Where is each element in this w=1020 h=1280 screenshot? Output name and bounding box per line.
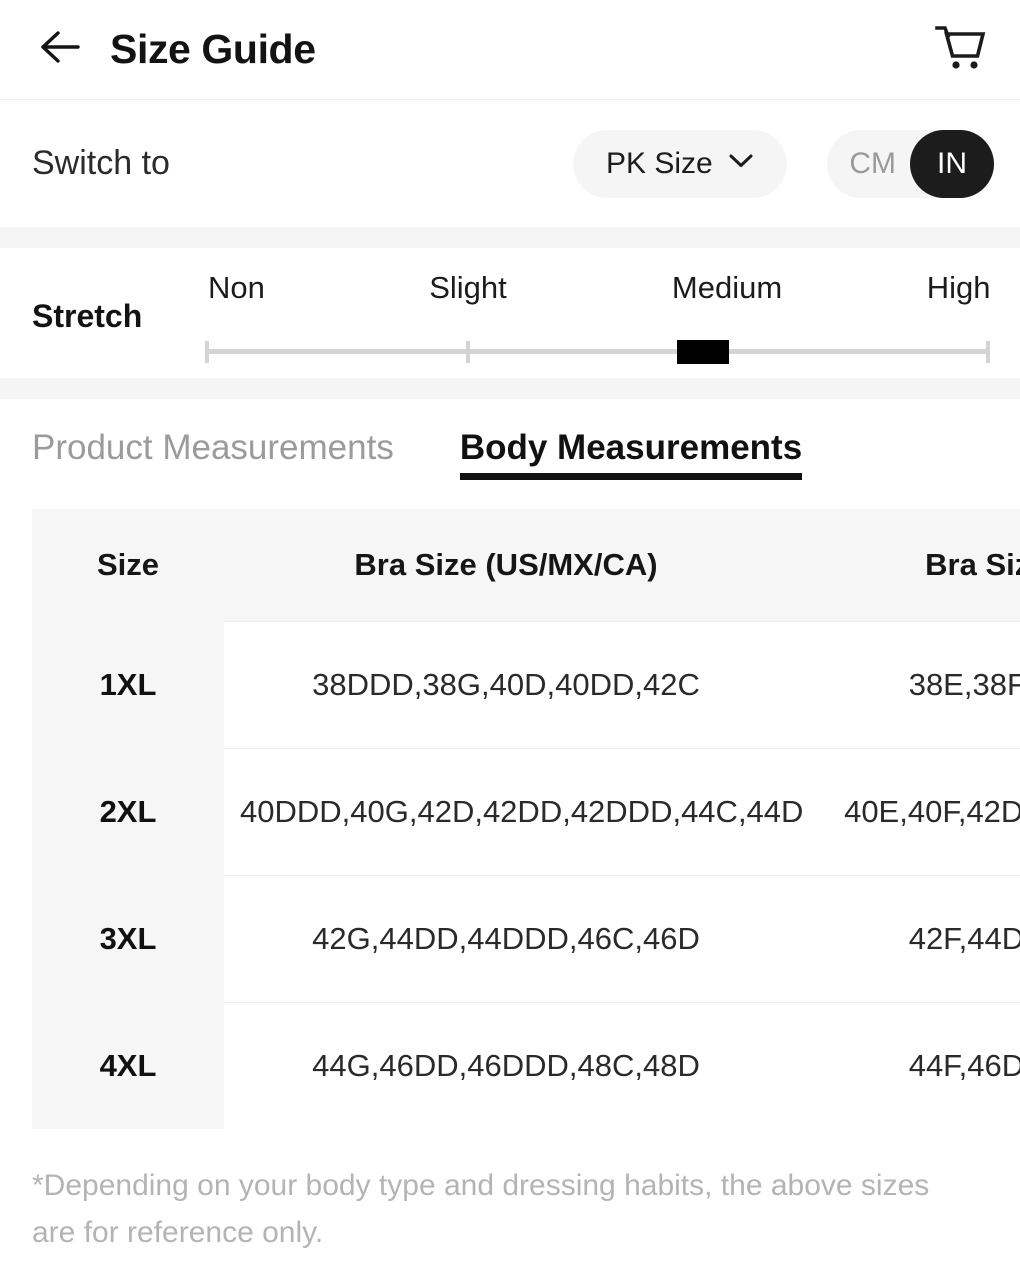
stretch-slider-thumb[interactable] <box>677 340 730 364</box>
stretch-level-slight: Slight <box>429 270 507 305</box>
unit-option-cm[interactable]: CM <box>849 147 910 181</box>
table-header-size: Size <box>32 509 224 621</box>
cell-size: 1XL <box>32 621 224 748</box>
stretch-level-labels: Non Slight Medium High <box>205 270 991 318</box>
cart-button[interactable] <box>930 20 990 80</box>
chevron-down-icon <box>727 152 755 175</box>
shopping-cart-icon <box>932 21 988 78</box>
size-system-value: PK Size <box>605 146 713 180</box>
size-table: Size Bra Size (US/MX/CA) Bra Size (UK/AU… <box>32 509 1020 1129</box>
table-header-bra-us: Bra Size (US/MX/CA) <box>224 509 788 621</box>
size-system-dropdown[interactable]: PK Size <box>573 129 788 198</box>
table-header-row: Size Bra Size (US/MX/CA) Bra Size (UK/AU… <box>32 509 1020 621</box>
back-button[interactable] <box>32 22 88 78</box>
table-row: 1XL 38DDD,38G,40D,40DD,42C 38E,38F,40D,4… <box>32 620 1020 748</box>
stretch-slider[interactable] <box>205 338 990 364</box>
section-divider-band-2 <box>0 378 1020 399</box>
table-row: 4XL 44G,46DD,46DDD,48C,48D 44F,46DD,46E,… <box>32 1001 1020 1129</box>
arrow-left-icon <box>36 27 84 72</box>
tab-body-measurements[interactable]: Body Measurements <box>459 428 803 480</box>
size-guide-screen: Size Guide Switch to PK Size CM IN Stret… <box>0 0 1020 1280</box>
cell-size: 2XL <box>32 748 224 875</box>
table-row: 3XL 42G,44DD,44DDD,46C,46D 42F,44DD,44E,… <box>32 874 1020 1002</box>
tab-product-measurements[interactable]: Product Measurements <box>32 428 394 480</box>
stretch-section: Stretch Non Slight Medium High <box>0 248 1020 378</box>
section-divider-band-1 <box>0 227 1020 248</box>
stretch-track <box>205 349 990 354</box>
switch-to-row: Switch to PK Size CM IN <box>0 100 1020 227</box>
cell-bra-us: 42G,44DD,44DDD,46C,46D <box>224 874 788 1002</box>
measurement-tabs: Product Measurements Body Measurements <box>0 399 1020 509</box>
size-table-scroll[interactable]: Size Bra Size (US/MX/CA) Bra Size (UK/AU… <box>32 509 1020 1129</box>
cell-bra-us: 38DDD,38G,40D,40DD,42C <box>224 620 788 748</box>
page-title: Size Guide <box>110 26 316 72</box>
cell-bra-us: 40DDD,40G,42D,42DD,42DDD,44C,44D <box>224 747 803 875</box>
cell-bra-uk: 42F,44DD,44E,46C,46D <box>788 874 1020 1002</box>
stretch-tick-mid <box>465 341 470 363</box>
stretch-label: Stretch <box>32 298 143 334</box>
cell-size: 3XL <box>32 875 224 1002</box>
cell-bra-uk: 38E,38F,40D,40DD,42C <box>788 620 1020 748</box>
cell-bra-uk: 44F,46DD,46E,48C,48D <box>788 1001 1020 1129</box>
table-header-bra-uk: Bra Size (UK/AU/NZ) <box>788 509 1020 621</box>
stretch-level-high: High <box>926 270 991 305</box>
stretch-level-medium: Medium <box>671 270 783 305</box>
switch-to-label: Switch to <box>32 144 170 182</box>
table-row: 2XL 40DDD,40G,42D,42DD,42DDD,44C,44D 40E… <box>32 747 1020 875</box>
cell-size: 4XL <box>32 1002 224 1129</box>
unit-option-in[interactable]: IN <box>910 129 994 198</box>
cell-bra-uk: 40E,40F,42D,42DD,42E,44C,44D <box>788 747 1020 875</box>
cell-bra-us: 44G,46DD,46DDD,48C,48D <box>224 1001 788 1129</box>
stretch-tick-end <box>985 341 990 363</box>
disclaimer-note: *Depending on your body type and dressin… <box>32 1169 930 1249</box>
stretch-tick-start <box>205 341 210 363</box>
stretch-scale: Non Slight Medium High <box>205 270 990 370</box>
unit-toggle[interactable]: CM IN <box>827 129 994 198</box>
stretch-level-non: Non <box>207 270 265 305</box>
app-header: Size Guide <box>0 0 1020 100</box>
